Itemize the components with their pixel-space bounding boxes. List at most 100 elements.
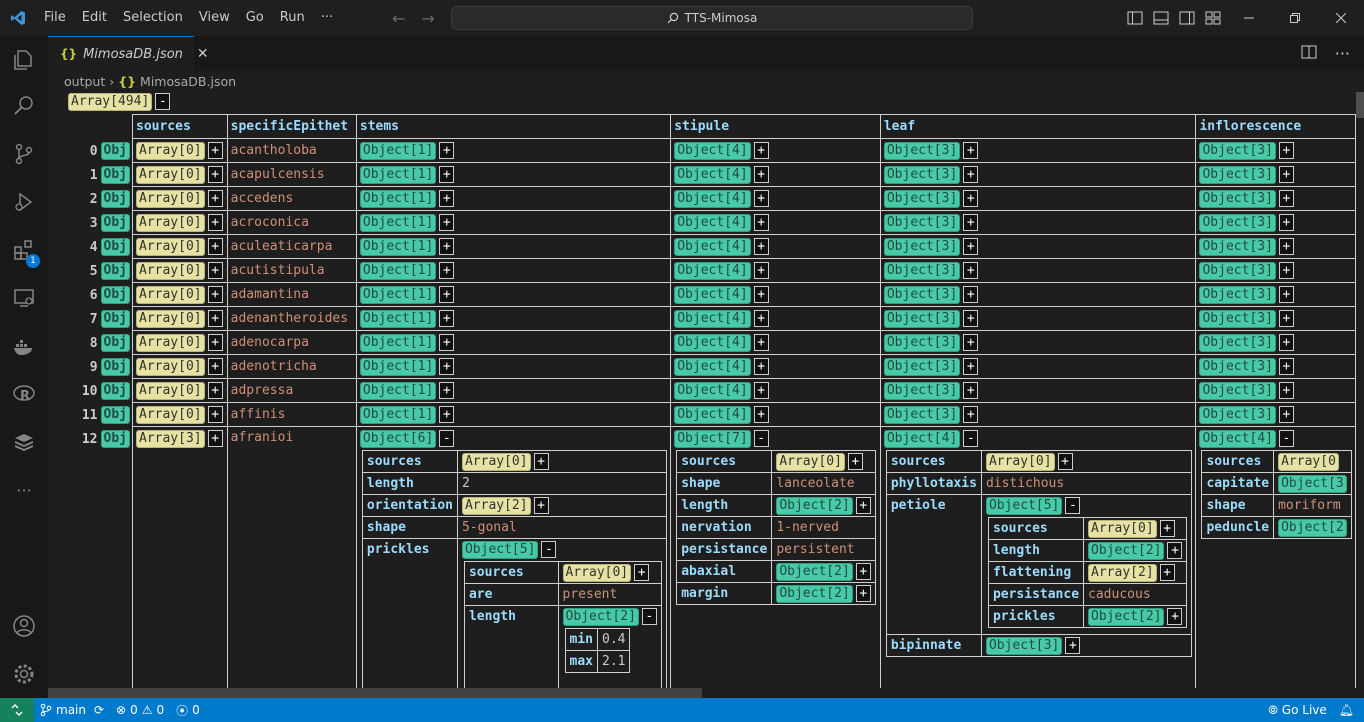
minimize-icon[interactable] [1226, 0, 1272, 36]
array-chip[interactable]: Array[0] [562, 563, 632, 582]
menu-view[interactable]: View [191, 0, 238, 36]
menu-run[interactable]: Run [272, 0, 313, 36]
object-chip[interactable]: Object[3] [883, 141, 961, 160]
expand-button[interactable]: + [963, 165, 979, 183]
expand-button[interactable]: + [963, 285, 979, 303]
menu-edit[interactable]: Edit [74, 0, 115, 36]
object-chip[interactable]: Object[4] [674, 165, 751, 184]
object-chip[interactable]: Object[3] [883, 285, 961, 304]
array-chip[interactable]: Array[0] [1088, 519, 1157, 538]
expand-button[interactable]: + [207, 237, 223, 255]
object-chip[interactable]: Object[4] [674, 405, 751, 424]
object-chip[interactable]: Object[1] [359, 165, 437, 184]
expand-button[interactable]: + [439, 141, 455, 159]
object-chip[interactable]: Object[3] [883, 405, 961, 424]
array-chip[interactable]: Array[0] [136, 261, 205, 280]
object-chip[interactable]: Object[4] [674, 213, 751, 232]
object-chip[interactable]: Object[5] [985, 497, 1063, 515]
restore-icon[interactable] [1272, 0, 1318, 36]
toggle-secondary-sidebar-icon[interactable] [1178, 9, 1196, 27]
row-object-chip[interactable]: Obj [100, 238, 130, 256]
object-chip[interactable]: Object[4] [674, 189, 751, 208]
expand-button[interactable]: + [855, 562, 871, 580]
expand-button[interactable]: + [207, 309, 223, 327]
horizontal-scroll-thumb[interactable] [48, 688, 702, 698]
expand-button[interactable]: + [1278, 357, 1294, 375]
expand-button[interactable]: + [439, 333, 455, 351]
expand-button[interactable]: + [1278, 189, 1294, 207]
object-chip[interactable]: Object[3] [1199, 309, 1276, 328]
expand-button[interactable]: + [753, 333, 769, 351]
row-object-chip[interactable]: Obj [100, 430, 130, 448]
expand-button[interactable]: + [1159, 519, 1175, 537]
object-chip[interactable]: Object[5] [461, 541, 539, 559]
object-chip[interactable]: Object[3] [1199, 213, 1276, 232]
object-chip[interactable]: Object[3] [1199, 357, 1276, 376]
array-chip[interactable]: Array[2] [461, 496, 531, 515]
go-live-button[interactable]: ⦾ Go Live [1262, 703, 1333, 718]
close-window-icon[interactable] [1318, 0, 1364, 36]
run-debug-icon[interactable] [0, 178, 48, 226]
collapse-button[interactable]: - [1278, 430, 1294, 447]
object-chip[interactable]: Object[3] [1199, 405, 1276, 424]
array-chip[interactable]: Array[0] [776, 452, 845, 471]
expand-button[interactable]: + [1159, 563, 1175, 581]
row-object-chip[interactable]: Obj [100, 142, 130, 160]
expand-button[interactable]: + [207, 141, 223, 159]
object-chip[interactable]: Object[2] [776, 562, 853, 581]
collapse-button[interactable]: - [1065, 497, 1081, 514]
object-chip[interactable]: Object[7] [674, 430, 751, 448]
object-chip[interactable]: Object[1] [359, 309, 437, 328]
object-chip[interactable]: Object[4] [674, 141, 751, 160]
breadcrumb-file[interactable]: MimosaDB.json [140, 74, 236, 89]
object-chip[interactable]: Object[1] [359, 405, 437, 424]
object-chip[interactable]: Object[4] [674, 309, 751, 328]
object-chip[interactable]: Object[3] [1199, 285, 1276, 304]
expand-button[interactable]: + [533, 496, 549, 514]
object-chip[interactable]: Object[1] [359, 237, 437, 256]
object-chip[interactable]: Object[3] [1199, 141, 1276, 160]
menu-go[interactable]: Go [238, 0, 272, 36]
object-chip[interactable]: Object[1] [359, 381, 437, 400]
r-language-icon[interactable]: R [0, 370, 48, 418]
collapse-button[interactable]: - [753, 430, 769, 447]
object-chip[interactable]: Object[4] [674, 357, 751, 376]
collapse-button[interactable]: - [963, 430, 979, 447]
problems-status[interactable]: ⊗ 0 ⚠ 0 [110, 703, 170, 717]
expand-button[interactable]: + [963, 213, 979, 231]
object-chip[interactable]: Object[3] [883, 165, 961, 184]
array-chip[interactable]: Array[2] [1088, 563, 1157, 582]
expand-button[interactable]: + [753, 261, 769, 279]
object-chip[interactable]: Object[4] [674, 381, 751, 400]
collapse-button[interactable]: - [439, 430, 455, 447]
menu-selection[interactable]: Selection [115, 0, 191, 36]
expand-button[interactable]: + [439, 213, 455, 231]
expand-button[interactable]: + [1278, 237, 1294, 255]
expand-button[interactable]: + [1278, 285, 1294, 303]
expand-button[interactable]: + [753, 405, 769, 423]
expand-button[interactable]: + [207, 213, 223, 231]
row-object-chip[interactable]: Obj [100, 190, 130, 208]
object-chip[interactable]: Object[6] [359, 430, 437, 448]
object-chip[interactable]: Object[1] [359, 213, 437, 232]
expand-button[interactable]: + [1278, 405, 1294, 423]
object-chip[interactable]: Object[3] [883, 309, 961, 328]
array-chip[interactable]: Array[0 [1278, 452, 1339, 471]
array-chip[interactable]: Array[0] [136, 309, 205, 328]
expand-button[interactable]: + [207, 381, 223, 399]
object-chip[interactable]: Object[3] [883, 213, 961, 232]
extensions-icon[interactable]: 1 [0, 226, 48, 274]
row-object-chip[interactable]: Obj [100, 262, 130, 280]
toggle-primary-sidebar-icon[interactable] [1126, 9, 1144, 27]
array-chip[interactable]: Array[0] [136, 285, 205, 304]
expand-button[interactable]: + [439, 261, 455, 279]
object-chip[interactable]: Object[1] [359, 261, 437, 280]
object-chip[interactable]: Object[4] [1199, 430, 1276, 448]
vertical-scroll-thumb[interactable] [1356, 92, 1364, 118]
branch-status[interactable]: main ⟳ [34, 703, 110, 717]
object-chip[interactable]: Object[3] [883, 261, 961, 280]
object-chip[interactable]: Object[3] [1199, 165, 1276, 184]
expand-button[interactable]: + [963, 381, 979, 399]
object-chip[interactable]: Object[3] [1199, 261, 1276, 280]
object-chip[interactable]: Object[3] [883, 381, 961, 400]
